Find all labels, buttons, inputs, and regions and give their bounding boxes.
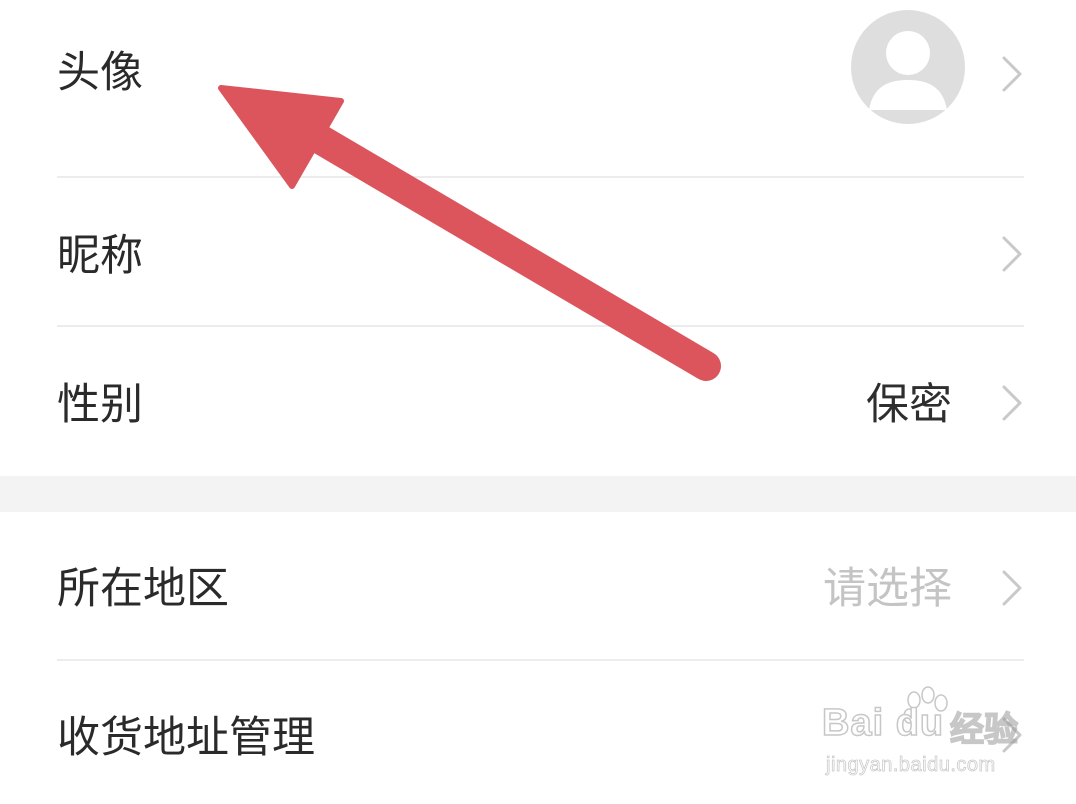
- region-placeholder-value: 请选择: [823, 564, 952, 614]
- baidu-jingyan-watermark: Bai du 经验 jingyan.baidu.com: [821, 686, 1032, 792]
- chevron-right-icon: [1002, 56, 1022, 92]
- nickname-row-label: 昵称: [57, 231, 143, 281]
- nickname-row[interactable]: 昵称: [0, 178, 1076, 325]
- avatar-row-label: 头像: [57, 48, 143, 98]
- chevron-right-icon: [1002, 570, 1022, 606]
- default-avatar-icon[interactable]: [851, 10, 965, 124]
- region-row[interactable]: 所在地区 请选择: [0, 512, 1076, 659]
- region-row-label: 所在地区: [57, 564, 229, 614]
- chevron-right-icon: [1002, 236, 1022, 272]
- watermark-brand: Bai du: [821, 701, 945, 745]
- gender-value: 保密: [866, 380, 952, 430]
- section-separator: [0, 476, 1076, 512]
- address-management-row-label: 收货地址管理: [57, 713, 315, 763]
- chevron-right-icon: [1002, 385, 1022, 421]
- avatar-row[interactable]: 头像: [0, 0, 1076, 176]
- watermark-product: 经验: [949, 709, 1019, 751]
- gender-row-label: 性别: [57, 380, 143, 430]
- profile-settings-page: 头像 昵称 性别 保密 所在地区 请选择 收货地址管理 Bai du 经验 ji…: [0, 0, 1076, 804]
- gender-row[interactable]: 性别 保密: [0, 327, 1076, 476]
- watermark-url: jingyan.baidu.com: [826, 754, 996, 777]
